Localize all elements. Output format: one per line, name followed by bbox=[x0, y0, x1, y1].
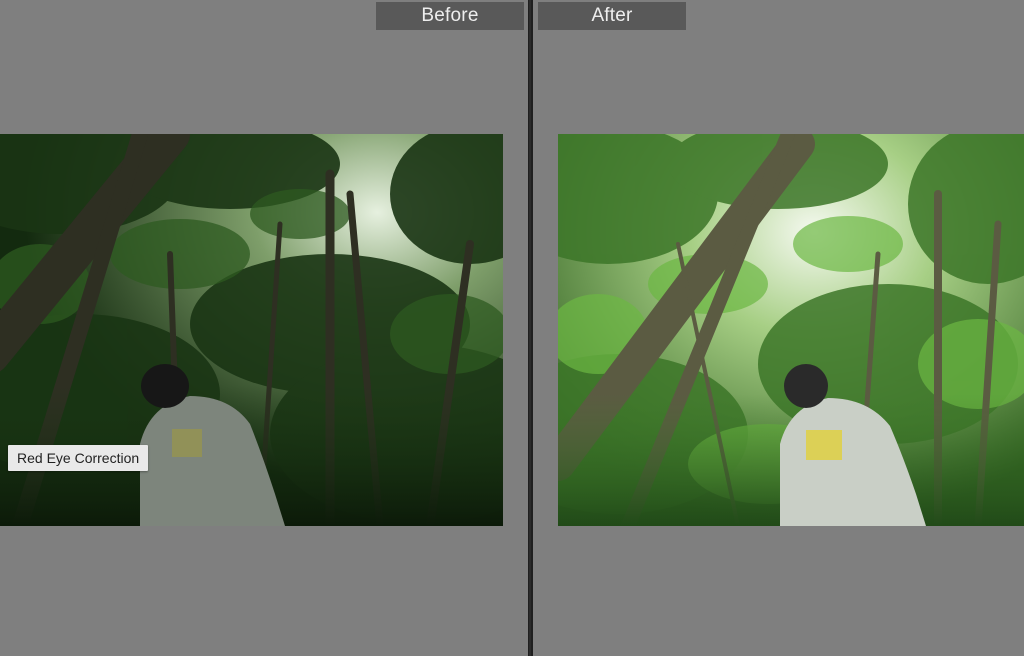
before-after-view: Before Red Eye Correction After bbox=[0, 0, 1024, 656]
after-pane[interactable]: After bbox=[533, 0, 1024, 656]
after-photo[interactable] bbox=[558, 134, 1024, 526]
after-photo-image bbox=[558, 134, 1024, 526]
after-label: After bbox=[538, 2, 686, 30]
red-eye-correction-tooltip: Red Eye Correction bbox=[8, 445, 149, 471]
before-label: Before bbox=[376, 2, 524, 30]
before-pane[interactable]: Before Red Eye Correction bbox=[0, 0, 528, 656]
